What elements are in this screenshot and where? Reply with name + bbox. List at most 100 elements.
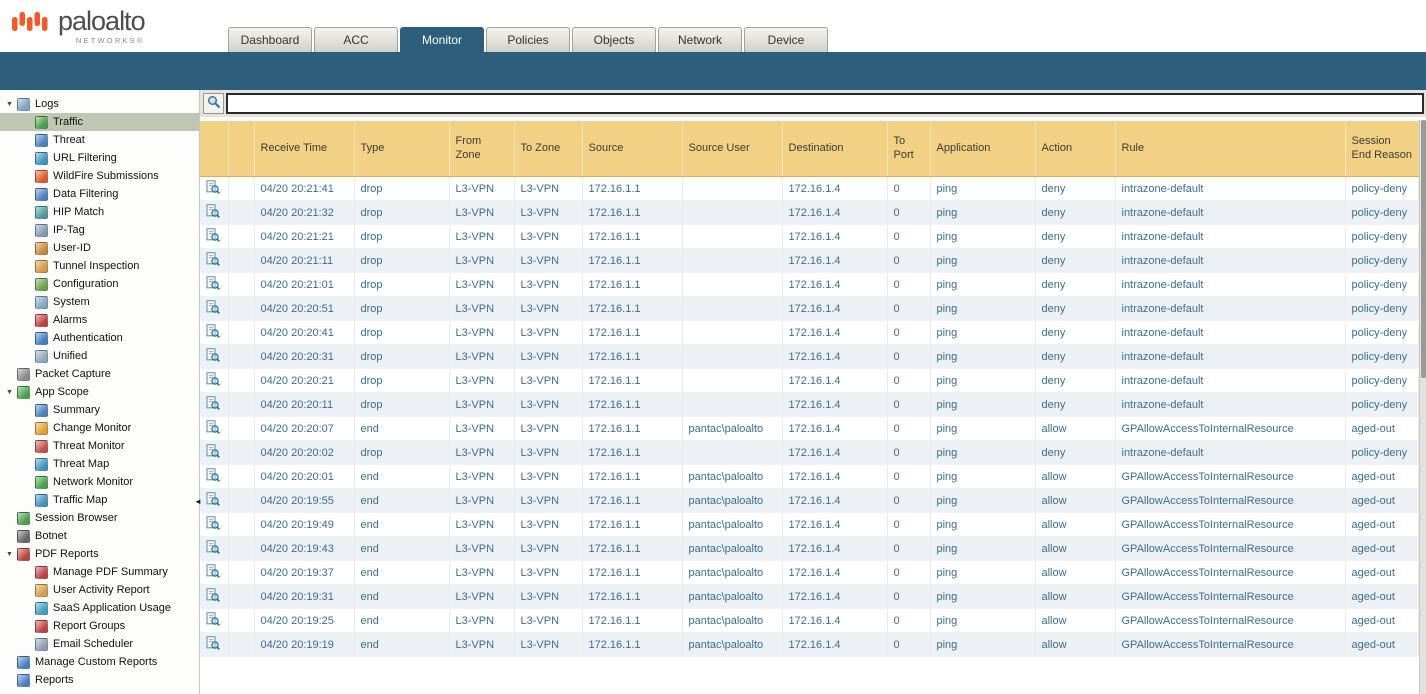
cell-session-end-reason[interactable]: aged-out (1345, 585, 1419, 609)
cell-from-zone[interactable]: L3-VPN (449, 489, 514, 513)
table-row[interactable]: 04/20 20:21:21 drop L3-VPN L3-VPN 172.16… (200, 225, 1419, 249)
cell-to-zone[interactable]: L3-VPN (514, 609, 582, 633)
tab-dashboard[interactable]: Dashboard (228, 27, 312, 52)
cell-to-port[interactable]: 0 (887, 537, 930, 561)
cell-from-zone[interactable]: L3-VPN (449, 633, 514, 657)
cell-source[interactable]: 172.16.1.1 (582, 441, 682, 465)
cell-application[interactable]: ping (930, 561, 1035, 585)
cell-type[interactable]: drop (354, 321, 449, 345)
sidebar-item-report-groups[interactable]: Report Groups (0, 617, 199, 635)
cell-destination[interactable]: 172.16.1.4 (782, 561, 887, 585)
sidebar-item-session-browser[interactable]: Session Browser (0, 509, 199, 527)
cell-rule[interactable]: GPAllowAccessToInternalResource (1115, 609, 1345, 633)
cell-application[interactable]: ping (930, 393, 1035, 417)
table-row[interactable]: 04/20 20:20:31 drop L3-VPN L3-VPN 172.16… (200, 345, 1419, 369)
cell-to-zone[interactable]: L3-VPN (514, 369, 582, 393)
tree-expand-icon[interactable]: ▼ (6, 101, 17, 108)
cell-session-end-reason[interactable]: aged-out (1345, 513, 1419, 537)
cell-receive-time[interactable]: 04/20 20:20:31 (254, 345, 354, 369)
cell-from-zone[interactable]: L3-VPN (449, 225, 514, 249)
cell-receive-time[interactable]: 04/20 20:20:51 (254, 297, 354, 321)
cell-receive-time[interactable]: 04/20 20:20:01 (254, 465, 354, 489)
cell-to-port[interactable]: 0 (887, 273, 930, 297)
cell-type[interactable]: end (354, 585, 449, 609)
column-header-action[interactable]: Action (1035, 121, 1115, 177)
sidebar-collapse-handle[interactable]: ◄ (194, 492, 204, 510)
cell-type[interactable]: drop (354, 249, 449, 273)
cell-from-zone[interactable]: L3-VPN (449, 393, 514, 417)
log-detail-icon[interactable] (206, 612, 220, 626)
log-detail-icon[interactable] (206, 636, 220, 650)
scrollbar-thumb[interactable] (1421, 120, 1426, 378)
table-row[interactable]: 04/20 20:21:32 drop L3-VPN L3-VPN 172.16… (200, 201, 1419, 225)
cell-type[interactable]: end (354, 465, 449, 489)
cell-destination[interactable]: 172.16.1.4 (782, 393, 887, 417)
sidebar-item-traffic-map[interactable]: Traffic Map (0, 491, 199, 509)
cell-session-end-reason[interactable]: policy-deny (1345, 369, 1419, 393)
tab-objects[interactable]: Objects (572, 27, 656, 52)
log-detail-icon[interactable] (206, 372, 220, 386)
cell-to-zone[interactable]: L3-VPN (514, 561, 582, 585)
sidebar-item-url-filtering[interactable]: URL Filtering (0, 149, 199, 167)
cell-to-zone[interactable]: L3-VPN (514, 297, 582, 321)
cell-session-end-reason[interactable]: policy-deny (1345, 297, 1419, 321)
cell-session-end-reason[interactable]: policy-deny (1345, 201, 1419, 225)
cell-receive-time[interactable]: 04/20 20:19:49 (254, 513, 354, 537)
table-row[interactable]: 04/20 20:19:31 end L3-VPN L3-VPN 172.16.… (200, 585, 1419, 609)
cell-to-port[interactable]: 0 (887, 465, 930, 489)
sidebar-item-botnet[interactable]: Botnet (0, 527, 199, 545)
table-row[interactable]: 04/20 20:19:19 end L3-VPN L3-VPN 172.16.… (200, 633, 1419, 657)
sidebar-item-packet-capture[interactable]: Packet Capture (0, 365, 199, 383)
cell-to-port[interactable]: 0 (887, 201, 930, 225)
cell-receive-time[interactable]: 04/20 20:19:19 (254, 633, 354, 657)
cell-destination[interactable]: 172.16.1.4 (782, 201, 887, 225)
cell-source[interactable]: 172.16.1.1 (582, 561, 682, 585)
column-header-receive-time[interactable]: Receive Time (254, 121, 354, 177)
cell-destination[interactable]: 172.16.1.4 (782, 369, 887, 393)
cell-session-end-reason[interactable]: policy-deny (1345, 393, 1419, 417)
cell-from-zone[interactable]: L3-VPN (449, 321, 514, 345)
cell-type[interactable]: drop (354, 273, 449, 297)
cell-type[interactable]: end (354, 489, 449, 513)
cell-source-user[interactable]: pantac\paloalto (682, 489, 782, 513)
sidebar-item-saas-application-usage[interactable]: SaaS Application Usage (0, 599, 199, 617)
cell-action[interactable]: deny (1035, 393, 1115, 417)
cell-destination[interactable]: 172.16.1.4 (782, 273, 887, 297)
cell-source[interactable]: 172.16.1.1 (582, 201, 682, 225)
cell-session-end-reason[interactable]: aged-out (1345, 417, 1419, 441)
cell-receive-time[interactable]: 04/20 20:20:11 (254, 393, 354, 417)
cell-to-port[interactable]: 0 (887, 441, 930, 465)
cell-source[interactable]: 172.16.1.1 (582, 345, 682, 369)
log-detail-icon[interactable] (206, 540, 220, 554)
cell-receive-time[interactable]: 04/20 20:20:21 (254, 369, 354, 393)
cell-to-port[interactable]: 0 (887, 249, 930, 273)
cell-destination[interactable]: 172.16.1.4 (782, 345, 887, 369)
cell-action[interactable]: deny (1035, 345, 1115, 369)
sidebar-item-authentication[interactable]: Authentication (0, 329, 199, 347)
cell-from-zone[interactable]: L3-VPN (449, 609, 514, 633)
cell-session-end-reason[interactable]: policy-deny (1345, 441, 1419, 465)
table-row[interactable]: 04/20 20:20:41 drop L3-VPN L3-VPN 172.16… (200, 321, 1419, 345)
cell-destination[interactable]: 172.16.1.4 (782, 441, 887, 465)
cell-type[interactable]: drop (354, 177, 449, 201)
cell-receive-time[interactable]: 04/20 20:21:21 (254, 225, 354, 249)
sidebar-item-pdf-reports[interactable]: ▼PDF Reports (0, 545, 199, 563)
cell-application[interactable]: ping (930, 513, 1035, 537)
cell-to-port[interactable]: 0 (887, 393, 930, 417)
cell-destination[interactable]: 172.16.1.4 (782, 633, 887, 657)
cell-rule[interactable]: intrazone-default (1115, 321, 1345, 345)
cell-to-zone[interactable]: L3-VPN (514, 465, 582, 489)
cell-receive-time[interactable]: 04/20 20:20:41 (254, 321, 354, 345)
cell-action[interactable]: allow (1035, 585, 1115, 609)
cell-destination[interactable]: 172.16.1.4 (782, 249, 887, 273)
cell-rule[interactable]: GPAllowAccessToInternalResource (1115, 417, 1345, 441)
cell-to-zone[interactable]: L3-VPN (514, 321, 582, 345)
cell-to-port[interactable]: 0 (887, 513, 930, 537)
log-detail-icon[interactable] (206, 252, 220, 266)
log-detail-icon[interactable] (206, 588, 220, 602)
cell-receive-time[interactable]: 04/20 20:21:41 (254, 177, 354, 201)
cell-source[interactable]: 172.16.1.1 (582, 297, 682, 321)
cell-source-user[interactable] (682, 201, 782, 225)
cell-rule[interactable]: GPAllowAccessToInternalResource (1115, 561, 1345, 585)
cell-from-zone[interactable]: L3-VPN (449, 465, 514, 489)
